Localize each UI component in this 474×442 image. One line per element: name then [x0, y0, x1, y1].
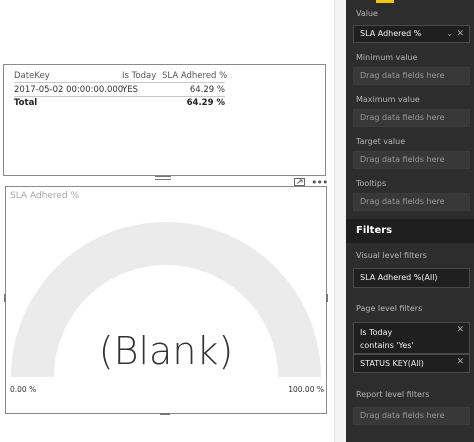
table-total-row: Total 64.29 % [14, 96, 225, 109]
total-value: 64.29 % [186, 98, 225, 108]
column-header-sla-adhered[interactable]: SLA Adhered % [162, 71, 227, 81]
visual-filter-name: SLA Adhered %(All) [360, 273, 438, 282]
remove-filter-icon[interactable]: ✕ [456, 357, 464, 367]
table-header-row: DateKey Is Today SLA Adhered % [14, 70, 227, 83]
visualizations-pane: Value SLA Adhered % ⌄ ✕ Minimum value Dr… [346, 0, 474, 442]
target-value-label: Target value [356, 137, 406, 146]
pane-accent-bar [376, 0, 394, 3]
filters-header: Filters [346, 219, 474, 243]
minimum-value-label: Minimum value [356, 53, 418, 62]
gauge-chart: (Blank) 0.00 % 100.00 % [10, 222, 324, 394]
page-filter-card-is-today[interactable]: Is Today contains 'Yes' ✕ [353, 322, 470, 354]
tooltips-label: Tooltips [356, 179, 387, 188]
tooltips-well[interactable]: Drag data fields here [353, 193, 470, 211]
value-field-well[interactable]: SLA Adhered % ⌄ ✕ [353, 25, 470, 43]
remove-field-icon[interactable]: ✕ [456, 26, 464, 42]
resize-handle-left[interactable] [4, 294, 6, 302]
visual-level-filters-label: Visual level filters [356, 251, 427, 260]
minimum-value-well[interactable]: Drag data fields here [353, 67, 470, 85]
report-level-filters-label: Report level filters [356, 390, 430, 399]
value-label: Value [356, 9, 378, 18]
page-filter-status-key: STATUS KEY(All) [360, 359, 424, 368]
page-filter-name: Is Today [360, 328, 393, 337]
canvas-scrollbar[interactable] [334, 0, 346, 442]
focus-mode-icon[interactable] [294, 178, 305, 186]
chevron-down-icon[interactable]: ⌄ [446, 26, 453, 42]
cell-is-today: YES [122, 84, 138, 95]
gauge-max-label: 100.00 % [288, 385, 324, 394]
maximum-value-label: Maximum value [356, 95, 420, 104]
cell-datekey: 2017-05-02 00:00:00.000 [14, 84, 124, 95]
resize-handle-bottom[interactable] [160, 413, 170, 415]
report-canvas[interactable]: DateKey Is Today SLA Adhered % 2017-05-0… [0, 0, 334, 442]
page-level-filters-label: Page level filters [356, 304, 423, 313]
page-filter-condition: contains 'Yes' [360, 341, 414, 350]
gauge-min-label: 0.00 % [10, 385, 36, 394]
visual-filter-card[interactable]: SLA Adhered %(All) [353, 268, 470, 288]
value-field-name: SLA Adhered % [360, 29, 422, 38]
page-filter-card-status-key[interactable]: STATUS KEY(All) ✕ [353, 354, 470, 373]
maximum-value-well[interactable]: Drag data fields here [353, 109, 470, 127]
gauge-center-value: (Blank) [99, 329, 233, 373]
table-row: 2017-05-02 00:00:00.000 YES 64.29 % [14, 83, 225, 96]
data-table: DateKey Is Today SLA Adhered % 2017-05-0… [14, 70, 227, 109]
table-visual[interactable]: DateKey Is Today SLA Adhered % 2017-05-0… [3, 64, 326, 176]
remove-filter-icon[interactable]: ✕ [456, 325, 464, 335]
cell-sla-adhered: 64.29 % [189, 84, 225, 95]
column-header-datekey[interactable]: DateKey [14, 71, 122, 81]
column-header-is-today[interactable]: Is Today [122, 71, 162, 81]
report-filters-well[interactable]: Drag data fields here [353, 407, 470, 425]
resize-handle-right[interactable] [326, 294, 328, 302]
gauge-visual[interactable]: SLA Adhered % (Blank) 0.00 % 100.00 % [5, 186, 327, 414]
drag-grip-icon[interactable] [155, 176, 171, 183]
total-label: Total [14, 98, 38, 108]
target-value-well[interactable]: Drag data fields here [353, 151, 470, 169]
